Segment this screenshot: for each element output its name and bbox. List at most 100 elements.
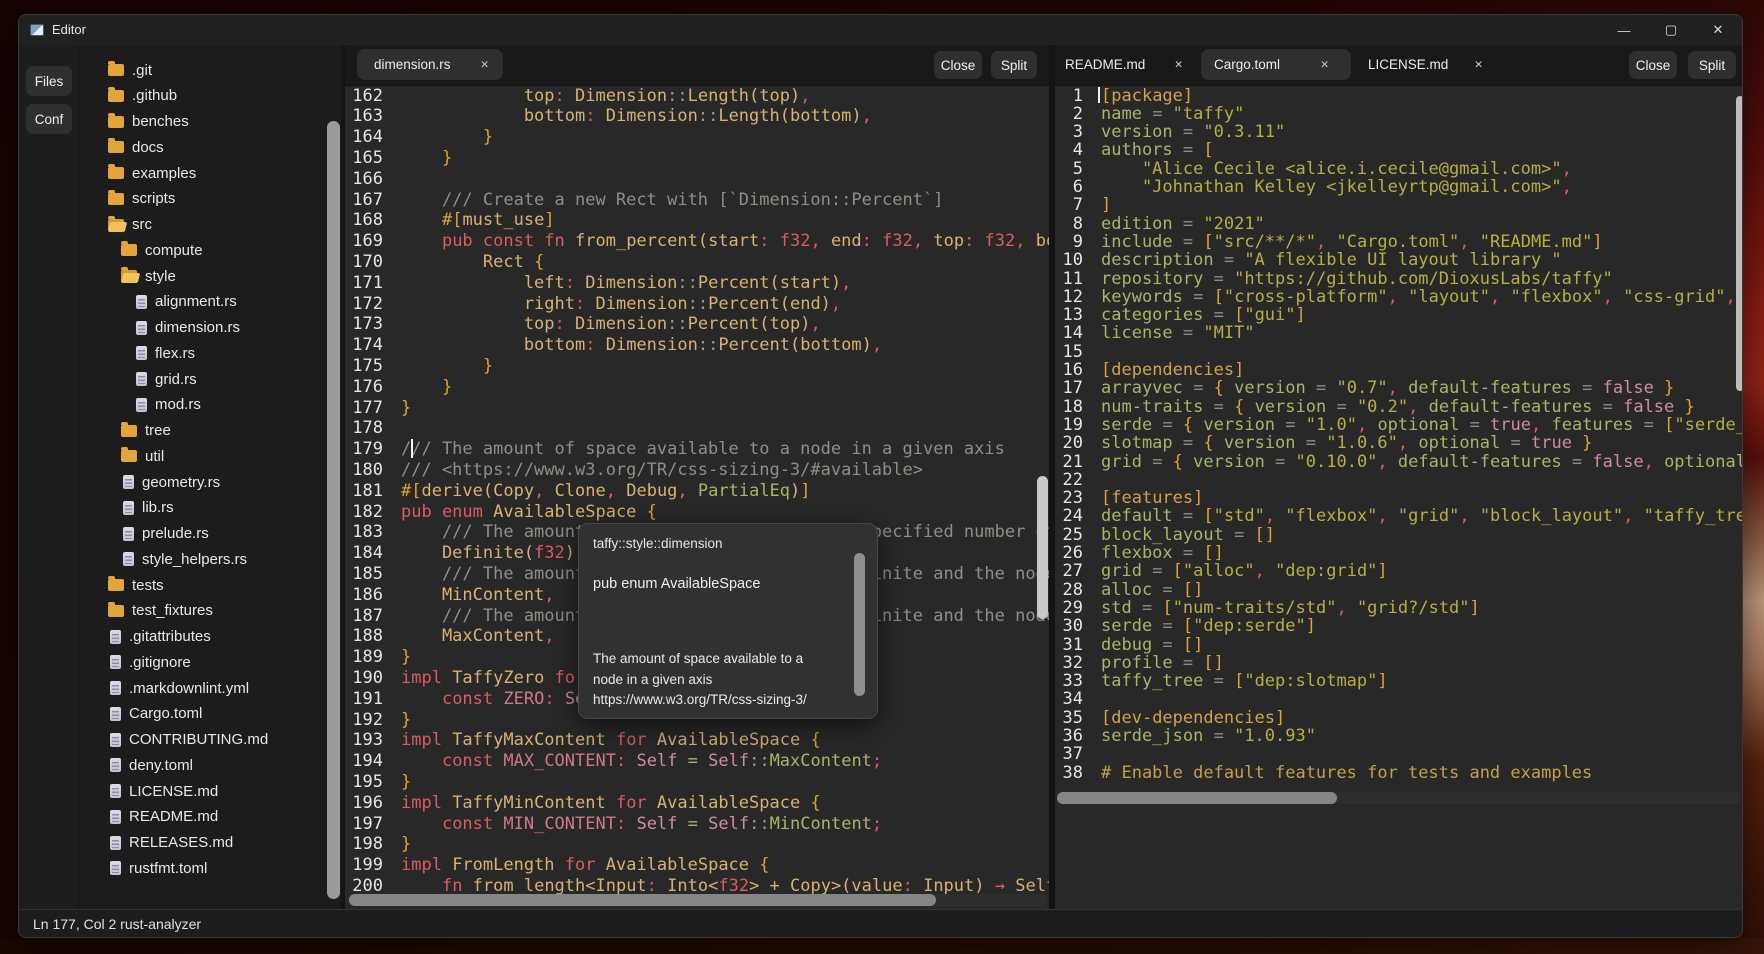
code-line-163[interactable]: 163 bottom: Dimension::Length(bottom), [345,106,1049,127]
code-line-25[interactable]: 25block_layout = [] [1055,526,1743,544]
code-line-32[interactable]: 32profile = [] [1055,654,1743,672]
code-line-9[interactable]: 9include = ["src/**/*", "Cargo.toml", "R… [1055,233,1743,251]
code-line-2[interactable]: 2name = "taffy" [1055,105,1743,123]
code-line-172[interactable]: 172 right: Dimension::Percent(end), [345,294,1049,315]
code-line-171[interactable]: 171 left: Dimension::Percent(start), [345,273,1049,294]
code-line-177[interactable]: 177} [345,398,1049,419]
tree-item-mod-rs[interactable]: mod.rs [134,392,201,418]
code-line-16[interactable]: 16[dependencies] [1055,361,1743,379]
code-line-30[interactable]: 30serde = ["dep:serde"] [1055,617,1743,635]
tree-item-releases-md[interactable]: RELEASES.md [108,830,233,856]
code-line-1[interactable]: 1[package] [1055,87,1743,105]
file-tree-scrollbar[interactable] [327,121,340,899]
tree-item-src[interactable]: src [108,212,152,238]
tree-item-examples[interactable]: examples [108,160,196,186]
tree-item--gitignore[interactable]: .gitignore [108,649,191,675]
tree-item-scripts[interactable]: scripts [108,186,175,212]
code-line-31[interactable]: 31debug = [] [1055,636,1743,654]
code-line-169[interactable]: 169 pub const fn from_percent(start: f32… [345,231,1049,252]
tooltip-scrollbar[interactable] [854,553,865,696]
code-line-4[interactable]: 4authors = [ [1055,141,1743,159]
minimize-button[interactable]: — [1604,15,1644,45]
tree-item-test-fixtures[interactable]: test_fixtures [108,598,213,624]
code-line-199[interactable]: 199impl FromLength for AvailableSpace { [345,855,1049,876]
code-line-198[interactable]: 198} [345,834,1049,855]
code-line-34[interactable]: 34 [1055,690,1743,708]
tree-item--markdownlint-yml[interactable]: .markdownlint.yml [108,675,249,701]
tree-item-lib-rs[interactable]: lib.rs [121,495,174,521]
right-close-pane-button[interactable]: Close [1629,51,1677,79]
tree-item-cargo-toml[interactable]: Cargo.toml [108,701,202,727]
tab-readme-md[interactable]: README.md ✕ [1057,49,1193,80]
middle-split-pane-button[interactable]: Split [991,51,1037,79]
tree-item--github[interactable]: .github [108,83,177,109]
code-line-11[interactable]: 11repository = "https://github.com/Dioxu… [1055,270,1743,288]
code-line-178[interactable]: 178 [345,418,1049,439]
tree-item-style[interactable]: style [121,263,176,289]
tree-item-readme-md[interactable]: README.md [108,804,218,830]
code-line-168[interactable]: 168 #[must_use] [345,210,1049,231]
tree-item--git[interactable]: .git [108,57,152,83]
code-line-24[interactable]: 24default = ["std", "flexbox", "grid", "… [1055,507,1743,525]
right-code-area[interactable]: 1[package]2name = "taffy"3version = "0.3… [1055,85,1743,909]
code-line-197[interactable]: 197 const MIN_CONTENT: Self = Self::MinC… [345,814,1049,835]
code-line-5[interactable]: 5 "Alice Cecile <alice.i.cecile@gmail.co… [1055,160,1743,178]
middle-close-pane-button[interactable]: Close [934,51,982,79]
code-line-194[interactable]: 194 const MAX_CONTENT: Self = Self::MaxC… [345,751,1049,772]
tree-item-style-helpers-rs[interactable]: style_helpers.rs [121,546,247,572]
tree-item-tests[interactable]: tests [108,572,164,598]
code-line-196[interactable]: 196impl TaffyMinContent for AvailableSpa… [345,793,1049,814]
tab-license-md[interactable]: LICENSE.md ✕ [1359,49,1495,80]
tree-item-tree[interactable]: tree [121,418,171,444]
code-line-13[interactable]: 13categories = ["gui"] [1055,306,1743,324]
code-line-18[interactable]: 18num-traits = { version = "0.2", defaul… [1055,398,1743,416]
conf-button[interactable]: Conf [26,104,72,134]
code-line-181[interactable]: 181#[derive(Copy, Clone, Debug, PartialE… [345,481,1049,502]
tree-item-alignment-rs[interactable]: alignment.rs [134,289,237,315]
maximize-button[interactable]: ▢ [1651,15,1691,45]
code-line-12[interactable]: 12keywords = ["cross-platform", "layout"… [1055,288,1743,306]
tree-item-contributing-md[interactable]: CONTRIBUTING.md [108,727,268,753]
code-line-166[interactable]: 166 [345,169,1049,190]
code-line-28[interactable]: 28alloc = [] [1055,581,1743,599]
tab-cargo-toml[interactable]: Cargo.toml ✕ [1201,49,1351,80]
code-line-19[interactable]: 19serde = { version = "1.0", optional = … [1055,416,1743,434]
tree-item-grid-rs[interactable]: grid.rs [134,366,197,392]
tree-item-license-md[interactable]: LICENSE.md [108,778,218,804]
tree-item-docs[interactable]: docs [108,134,164,160]
tab-close-icon[interactable]: ✕ [1474,59,1483,71]
tab-close-icon[interactable]: ✕ [1174,59,1183,71]
code-line-17[interactable]: 17arrayvec = { version = "0.7", default-… [1055,379,1743,397]
titlebar[interactable]: Editor — ▢ ✕ [19,15,1743,46]
code-line-170[interactable]: 170 Rect { [345,252,1049,273]
tab-close-icon[interactable]: ✕ [1320,59,1329,71]
close-window-button[interactable]: ✕ [1698,15,1738,45]
code-line-180[interactable]: 180/// <https://www.w3.org/TR/css-sizing… [345,460,1049,481]
code-line-174[interactable]: 174 bottom: Dimension::Percent(bottom), [345,335,1049,356]
code-line-14[interactable]: 14license = "MIT" [1055,324,1743,342]
tree-item-dimension-rs[interactable]: dimension.rs [134,315,240,341]
code-line-27[interactable]: 27grid = ["alloc", "dep:grid"] [1055,562,1743,580]
code-line-10[interactable]: 10description = "A flexible UI layout li… [1055,251,1743,269]
code-line-38[interactable]: 38# Enable default features for tests an… [1055,764,1743,782]
code-line-195[interactable]: 195} [345,772,1049,793]
tooltip-doc-link[interactable]: https://www.w3.org/TR/css-sizing-3/ [593,692,863,707]
code-line-20[interactable]: 20slotmap = { version = "1.0.6", optiona… [1055,434,1743,452]
code-line-175[interactable]: 175 } [345,356,1049,377]
code-line-37[interactable]: 37 [1055,745,1743,763]
code-line-167[interactable]: 167 /// Create a new Rect with [`Dimensi… [345,190,1049,211]
code-line-165[interactable]: 165 } [345,148,1049,169]
tab-dimension-rs[interactable]: dimension.rs ✕ [357,49,503,80]
code-line-15[interactable]: 15 [1055,343,1743,361]
tree-item-flex-rs[interactable]: flex.rs [134,340,195,366]
code-line-164[interactable]: 164 } [345,127,1049,148]
tree-item-rustfmt-toml[interactable]: rustfmt.toml [108,855,207,881]
middle-hscroll-thumb[interactable] [349,894,936,906]
code-line-7[interactable]: 7] [1055,196,1743,214]
code-line-36[interactable]: 36serde_json = "1.0.93" [1055,727,1743,745]
tree-item-deny-toml[interactable]: deny.toml [108,752,193,778]
code-line-35[interactable]: 35[dev-dependencies] [1055,709,1743,727]
code-line-162[interactable]: 162 top: Dimension::Length(top), [345,86,1049,107]
code-line-33[interactable]: 33taffy_tree = ["dep:slotmap"] [1055,672,1743,690]
tree-item--gitattributes[interactable]: .gitattributes [108,624,211,650]
